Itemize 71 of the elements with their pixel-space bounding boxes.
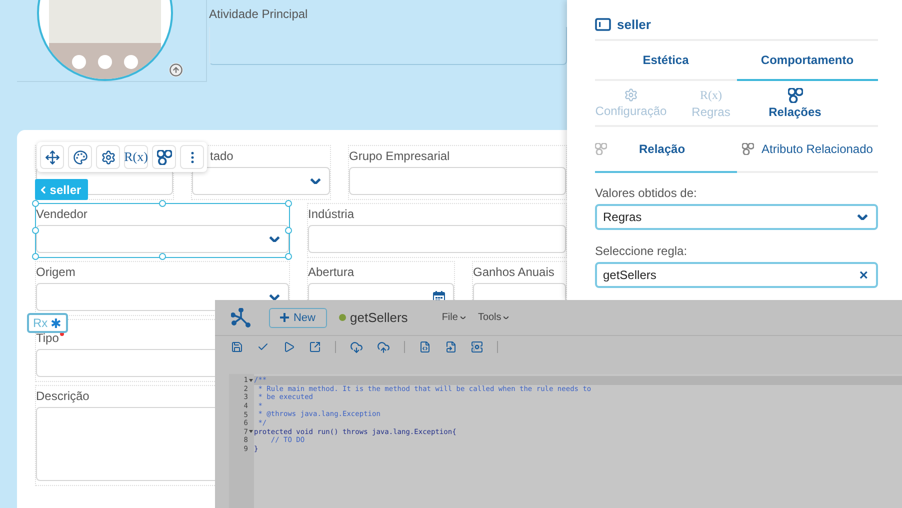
play-icon[interactable] xyxy=(283,341,295,353)
tab[interactable]: Estética xyxy=(595,41,736,81)
select-field[interactable] xyxy=(192,167,330,195)
field-label: Atividade Principal xyxy=(209,6,308,22)
resize-handle[interactable] xyxy=(158,253,166,260)
input-field[interactable] xyxy=(308,225,566,253)
field-label: Indústria xyxy=(308,206,354,222)
palette-icon[interactable] xyxy=(68,145,92,169)
activity-field[interactable] xyxy=(209,27,567,65)
settings-icon[interactable] xyxy=(96,145,120,169)
component-icon xyxy=(595,18,611,31)
tab[interactable]: Comportamento xyxy=(736,41,878,81)
form-cell[interactable]: tado xyxy=(191,145,331,200)
chevron-left-icon xyxy=(41,186,46,194)
relation-tab[interactable]: Atributo Relacionado xyxy=(736,127,878,173)
more-icon[interactable] xyxy=(180,145,204,169)
chevron-down-icon xyxy=(310,178,321,184)
field-label: Valores obtidos de: xyxy=(595,185,697,201)
panel-title: seller xyxy=(617,17,651,32)
field-label: Abertura xyxy=(308,264,354,280)
field-label: Vendedor xyxy=(36,206,88,222)
server-icon[interactable] xyxy=(471,341,483,353)
chevron-down-icon xyxy=(269,294,280,300)
export-icon[interactable] xyxy=(309,341,321,353)
field-label: Grupo Empresarial xyxy=(349,148,450,164)
cloud-download-icon[interactable] xyxy=(350,340,363,354)
rule-field[interactable]: getSellers × xyxy=(595,262,878,288)
field-label: Ganhos Anuais xyxy=(473,264,554,280)
code-icon[interactable] xyxy=(419,341,431,353)
cloud-upload-icon[interactable] xyxy=(377,340,390,354)
logo-icon xyxy=(231,308,251,328)
resize-handle[interactable] xyxy=(285,226,292,234)
upload-icon[interactable] xyxy=(169,63,183,77)
resize-handle[interactable] xyxy=(32,200,39,207)
resize-handle[interactable] xyxy=(32,226,39,234)
clear-button[interactable]: × xyxy=(859,266,868,284)
move-icon[interactable] xyxy=(40,145,64,169)
field-label: Descrição xyxy=(36,388,90,404)
new-button[interactable]: New xyxy=(269,308,327,328)
relations-icon xyxy=(742,143,754,155)
resize-handle[interactable] xyxy=(158,200,166,207)
field-label: Origem xyxy=(36,264,76,280)
relation-tab[interactable]: Relação xyxy=(595,127,736,173)
check-icon[interactable] xyxy=(257,341,269,353)
chevron-down-icon xyxy=(460,316,466,320)
plus-icon xyxy=(280,313,290,322)
input-field[interactable] xyxy=(349,167,566,195)
chevron-down-icon xyxy=(503,316,510,320)
section-tab[interactable]: Relações xyxy=(755,81,835,125)
relations-button[interactable] xyxy=(152,145,176,169)
resize-handle[interactable] xyxy=(32,253,39,260)
chevron-down-icon xyxy=(857,214,868,220)
field-label: Tipo xyxy=(36,330,59,346)
rule-badge-tooltip[interactable]: Rx ✱ xyxy=(27,313,68,333)
form-cell[interactable]: Vendedor xyxy=(35,203,290,258)
relations-icon xyxy=(595,143,607,155)
resize-handle[interactable] xyxy=(285,253,292,260)
settings-icon xyxy=(624,88,638,102)
field-label: Seleccione regla: xyxy=(595,243,688,259)
resize-handle[interactable] xyxy=(285,200,292,207)
form-cell[interactable]: Grupo Empresarial xyxy=(348,145,567,200)
relations-icon xyxy=(156,150,172,164)
relations-icon xyxy=(788,88,802,102)
select-field[interactable] xyxy=(36,225,289,253)
select-field[interactable]: Regras xyxy=(595,204,878,230)
chevron-down-icon xyxy=(269,236,280,242)
form-cell[interactable]: Indústria xyxy=(307,203,567,258)
file-icon[interactable] xyxy=(445,341,457,353)
rule-button[interactable]: R(x) xyxy=(124,145,148,169)
save-icon[interactable] xyxy=(231,341,243,353)
field-label: tado xyxy=(210,148,234,164)
